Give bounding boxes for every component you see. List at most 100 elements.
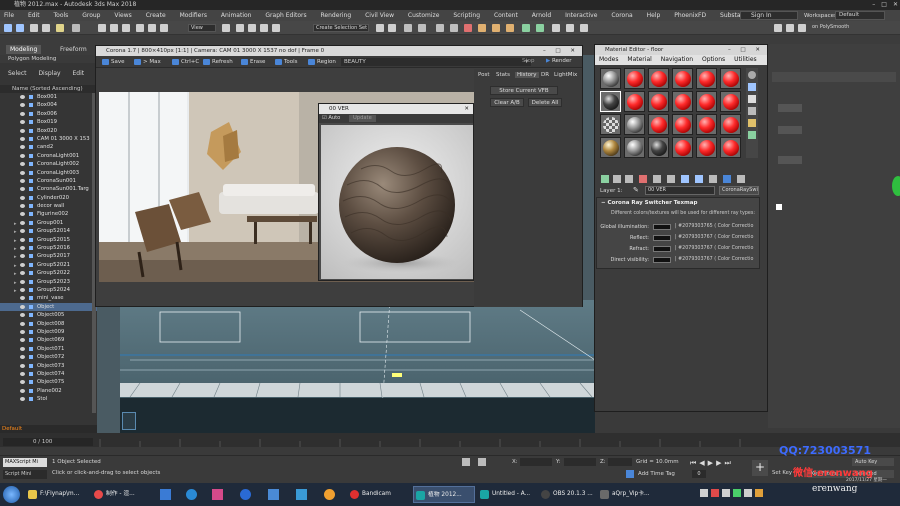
vfb-tab-lightmix[interactable]: LightMix xyxy=(554,72,577,78)
material-slot[interactable] xyxy=(600,68,621,89)
menu-tools[interactable]: Tools xyxy=(54,12,69,19)
backlight-icon[interactable] xyxy=(748,83,756,91)
set-key-plus-icon[interactable]: + xyxy=(752,460,768,476)
put-to-scene-icon[interactable] xyxy=(613,175,621,183)
y-coord-input[interactable] xyxy=(564,458,596,466)
make-unique-icon[interactable] xyxy=(653,175,661,183)
show-end-result-icon[interactable] xyxy=(709,175,717,183)
menu-graph-editors[interactable]: Graph Editors xyxy=(265,12,306,19)
vfb-erase-button[interactable]: Erase xyxy=(241,58,265,66)
menu-help[interactable]: Help xyxy=(647,12,661,19)
menu-animation[interactable]: Animation xyxy=(221,12,252,19)
map-button[interactable]: | #2079303767 ( Color Correctio xyxy=(675,234,753,242)
expand-icon[interactable]: ▸ xyxy=(14,270,17,277)
material-slot[interactable] xyxy=(600,114,621,135)
layer-default[interactable]: Default xyxy=(0,425,97,433)
visibility-eye-icon[interactable] xyxy=(20,204,25,209)
visibility-eye-icon[interactable] xyxy=(20,338,25,343)
align-icon[interactable] xyxy=(388,24,396,32)
visibility-eye-icon[interactable] xyxy=(20,111,25,116)
visibility-eye-icon[interactable] xyxy=(20,287,25,292)
schematic-view-icon[interactable] xyxy=(450,24,458,32)
select-object-icon[interactable] xyxy=(98,24,106,32)
scene-item[interactable]: Figurine002 xyxy=(0,210,97,218)
mat-menu-utilities[interactable]: Utilities xyxy=(734,56,757,63)
sign-in-dropdown[interactable]: Sign In xyxy=(740,11,798,20)
app-icon[interactable] xyxy=(186,489,197,500)
visibility-eye-icon[interactable] xyxy=(20,237,25,242)
visibility-eye-icon[interactable] xyxy=(20,271,25,276)
color-swatch[interactable] xyxy=(653,257,671,263)
command-panel-field[interactable] xyxy=(778,126,802,134)
link-icon[interactable] xyxy=(30,24,38,32)
plugin-icon-2[interactable] xyxy=(786,24,794,32)
vfb-tools-button[interactable]: Tools xyxy=(275,58,298,66)
vfb-stop-button[interactable]: Stop xyxy=(522,58,535,64)
rect-selection-icon[interactable] xyxy=(122,24,130,32)
lock-icon[interactable] xyxy=(462,458,470,466)
x-coord-input[interactable] xyxy=(520,458,552,466)
scene-menu-edit[interactable]: Edit xyxy=(72,70,84,77)
vfb-refresh-button[interactable]: Refresh xyxy=(203,58,233,66)
scene-explorer-icon[interactable] xyxy=(404,24,412,32)
color-swatch[interactable] xyxy=(653,235,671,241)
mat-menu-options[interactable]: Options xyxy=(702,56,725,63)
current-frame-input[interactable]: 0 xyxy=(692,470,706,478)
workspace-select[interactable]: Default xyxy=(835,11,885,20)
app-icon[interactable] xyxy=(324,489,335,500)
scene-menu-select[interactable]: Select xyxy=(8,70,27,77)
color-swatch-white[interactable] xyxy=(776,204,782,210)
scene-item[interactable]: Box001 xyxy=(0,93,97,101)
scene-item[interactable]: Object071 xyxy=(0,345,97,353)
scene-item[interactable]: decor wall xyxy=(0,202,97,210)
auto-checkbox[interactable]: ☑ Auto xyxy=(322,114,340,123)
command-panel-tabs[interactable] xyxy=(772,72,896,82)
menu-content[interactable]: Content xyxy=(494,12,518,19)
scene-item[interactable]: ▸ Group52021 xyxy=(0,261,97,269)
material-slot[interactable] xyxy=(672,68,693,89)
menu-scripting[interactable]: Scripting xyxy=(453,12,480,19)
scene-item[interactable]: Object009 xyxy=(0,328,97,336)
scene-item[interactable]: ▸ Group52017 xyxy=(0,252,97,260)
material-slot[interactable] xyxy=(648,137,669,158)
expand-icon[interactable]: ▸ xyxy=(14,220,17,227)
vfb-save-button[interactable]: Save xyxy=(102,58,125,66)
command-panel-field[interactable] xyxy=(778,156,802,164)
app-icon[interactable] xyxy=(268,489,279,500)
rendered-frame-icon[interactable] xyxy=(492,24,500,32)
visibility-eye-icon[interactable] xyxy=(20,120,25,125)
scene-menu-display[interactable]: Display xyxy=(38,70,60,77)
scene-list-header[interactable]: Name (Sorted Ascending) xyxy=(0,85,97,93)
scene-item[interactable]: CoronaSun001.Targ xyxy=(0,185,97,193)
material-slot[interactable] xyxy=(696,114,717,135)
app-icon[interactable] xyxy=(160,489,171,500)
visibility-eye-icon[interactable] xyxy=(20,346,25,351)
menu-phoenixfd[interactable]: PhoenixFD xyxy=(674,12,706,19)
expand-icon[interactable]: ▸ xyxy=(14,253,17,260)
angle-snap-icon[interactable] xyxy=(248,24,256,32)
scene-item[interactable]: ▸ Group001 xyxy=(0,219,97,227)
scene-item[interactable]: ▸ Group52014 xyxy=(0,227,97,235)
transform-type-in-icon[interactable] xyxy=(478,458,486,466)
expand-icon[interactable]: ▸ xyxy=(14,245,17,252)
visibility-eye-icon[interactable] xyxy=(20,388,25,393)
layer-icon[interactable] xyxy=(418,24,426,32)
visibility-eye-icon[interactable] xyxy=(20,178,25,183)
scene-item[interactable]: Object074 xyxy=(0,370,97,378)
bind-space-warp-icon[interactable] xyxy=(56,24,64,32)
plugin-icon-1[interactable] xyxy=(774,24,782,32)
assign-to-selection-icon[interactable] xyxy=(625,175,633,183)
scene-item[interactable]: Object005 xyxy=(0,311,97,319)
taskbar-item-3dsmax[interactable]: 植物 2012... xyxy=(413,486,475,503)
scene-item[interactable]: CAM 01 3000 X 153 xyxy=(0,135,97,143)
add-time-tag[interactable]: Add Time Tag xyxy=(638,471,675,477)
corona-icon[interactable] xyxy=(522,24,530,32)
unlink-icon[interactable] xyxy=(42,24,50,32)
scene-item[interactable]: Stol xyxy=(0,395,97,403)
expand-icon[interactable]: ▸ xyxy=(14,228,17,235)
visibility-eye-icon[interactable] xyxy=(20,145,25,150)
polygon-modeling-panel[interactable]: Polygon Modeling xyxy=(4,55,94,63)
reset-map-icon[interactable] xyxy=(639,175,647,183)
mat-menu-navigation[interactable]: Navigation xyxy=(661,56,693,63)
visibility-eye-icon[interactable] xyxy=(20,95,25,99)
